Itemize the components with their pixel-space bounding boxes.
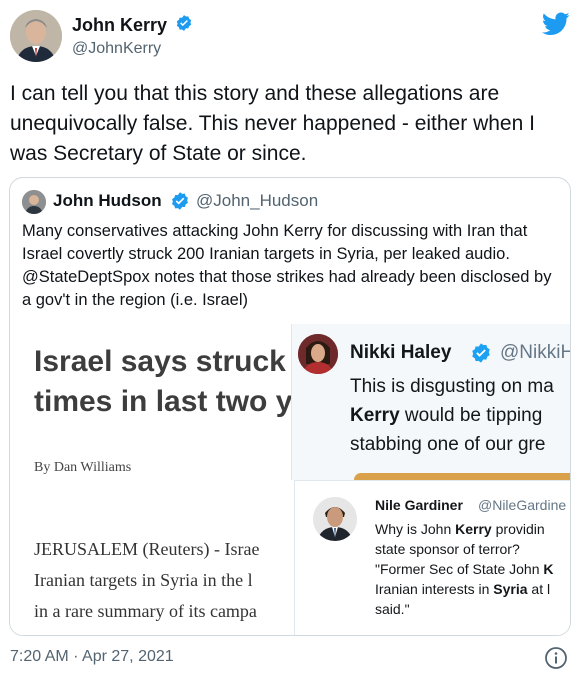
gardiner-text: Why is John Kerry providin state sponsor… — [375, 519, 554, 619]
quote-author-handle[interactable]: @John_Hudson — [196, 191, 318, 211]
reuters-headline-line: times in last two y — [34, 385, 293, 418]
gardiner-text-line: state sponsor of terror? — [375, 541, 520, 557]
info-icon[interactable] — [544, 646, 568, 675]
haley-text-line: This is disgusting on ma — [350, 376, 554, 397]
haley-text-bold: Kerry — [350, 405, 400, 426]
gardiner-text-line: "Former Sec of State John K — [375, 559, 554, 579]
quote-text: Many conservatives attacking John Kerry … — [22, 222, 552, 309]
gardiner-text-fragment: "Former Sec of State John — [375, 561, 544, 577]
gardiner-text-bold: Syria — [493, 581, 528, 597]
verified-badge-icon — [175, 14, 193, 37]
author-block[interactable]: John Kerry @JohnKerry — [72, 14, 193, 58]
gardiner-text-fragment: at l — [527, 581, 551, 597]
reuters-headline-line: Israel says struck — [34, 345, 286, 378]
gardiner-text-fragment: Iranian interests in — [375, 581, 494, 597]
reuters-body-line: JERUSALEM (Reuters) - Israe — [34, 539, 260, 559]
reuters-body-line: in a rare summary of its campa — [34, 601, 257, 621]
haley-text-fragment: would be tipping — [399, 405, 543, 426]
reuters-headline: Israel says struck times in last two y — [34, 342, 292, 422]
gardiner-name: Nile Gardiner — [375, 497, 463, 513]
author-name[interactable]: John Kerry — [72, 15, 167, 36]
gardiner-avatar — [313, 497, 357, 541]
gardiner-text-fragment: Why is John — [375, 521, 456, 537]
gardiner-text-line: Why is John Kerry providin — [375, 519, 554, 539]
quote-media-image[interactable]: Israel says struck times in last two y B… — [10, 324, 571, 635]
verified-badge-icon — [470, 342, 492, 369]
gardiner-text-line: Iranian interests in Syria at l — [375, 579, 554, 599]
quote-author-avatar[interactable] — [22, 190, 46, 214]
haley-tweet-screenshot: Nikki Haley @NikkiH This is disgusting o… — [291, 324, 571, 480]
quote-avatar-image — [22, 190, 46, 214]
reuters-body-line: Iranian targets in Syria in the l — [34, 570, 253, 590]
author-avatar-image — [10, 10, 62, 62]
gardiner-text-bold: Kerry — [455, 521, 492, 537]
haley-text: This is disgusting on ma Kerry would be … — [350, 372, 554, 459]
gardiner-text-line: said." — [375, 601, 410, 617]
gardiner-tweet-screenshot: Nile Gardiner @NileGardine Why is John K… — [294, 480, 570, 635]
haley-handle: @NikkiH — [500, 342, 571, 363]
author-handle[interactable]: @JohnKerry — [72, 40, 193, 58]
tweet-text: I can tell you that this story and these… — [10, 82, 535, 165]
haley-media-preview — [354, 473, 570, 480]
gardiner-handle: @NileGardine — [478, 497, 567, 513]
reuters-byline: By Dan Williams — [34, 460, 132, 475]
author-avatar[interactable] — [10, 10, 62, 62]
haley-name: Nikki Haley — [350, 342, 452, 363]
haley-text-line: Kerry would be tipping — [350, 401, 554, 430]
reuters-body: JERUSALEM (Reuters) - Israe Iranian targ… — [34, 534, 259, 627]
gardiner-text-bold: K — [543, 561, 554, 577]
twitter-bird-icon[interactable] — [541, 12, 570, 41]
haley-avatar — [298, 334, 338, 374]
quoted-tweet[interactable]: John Hudson @John_Hudson Many conservati… — [9, 177, 571, 636]
gardiner-text-fragment: providin — [491, 521, 545, 537]
haley-text-line: stabbing one of our gre — [350, 434, 546, 455]
verified-badge-icon — [170, 191, 190, 216]
tweet-timestamp[interactable]: 7:20 AM · Apr 27, 2021 — [10, 648, 174, 666]
quote-author-name[interactable]: John Hudson — [53, 191, 162, 211]
